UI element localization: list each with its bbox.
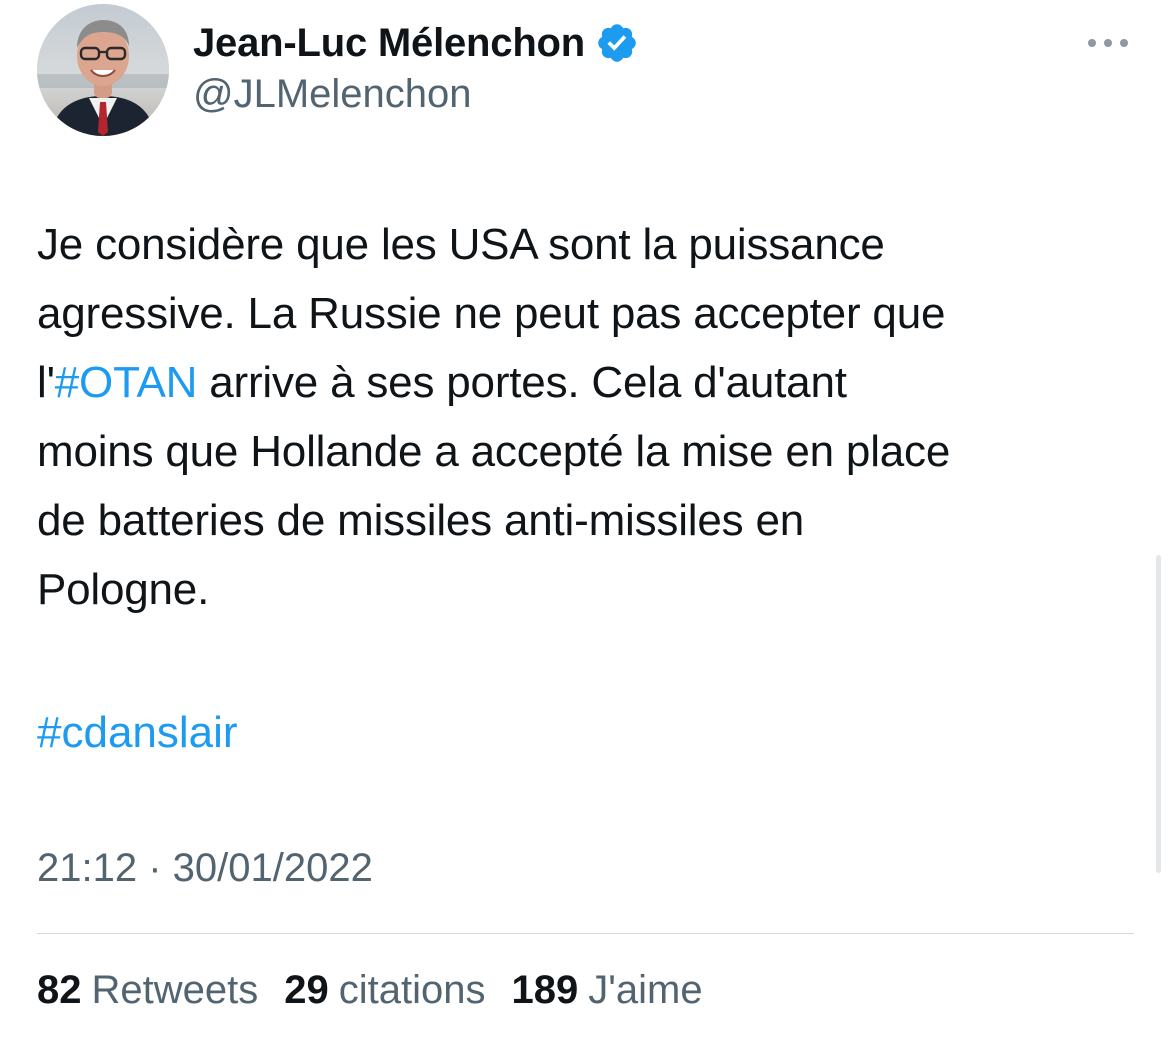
quotes-count: 29: [284, 968, 329, 1012]
retweets-label: Retweets: [91, 968, 259, 1012]
engagement-stats: 82 Retweets 29 citations 189 J'aime: [37, 968, 729, 1013]
likes-count: 189: [511, 968, 579, 1012]
avatar-image: [37, 4, 169, 136]
tweet-text-line: Pologne.: [37, 555, 1137, 624]
hashtag-link[interactable]: #cdanslair: [37, 708, 238, 757]
retweets-stat[interactable]: 82 Retweets: [37, 968, 258, 1013]
likes-label: J'aime: [588, 968, 703, 1012]
tweet-text-line: agressive. La Russie ne peut pas accepte…: [37, 279, 1137, 348]
scrollbar[interactable]: [1156, 555, 1161, 873]
tweet-text-line: de batteries de missiles anti-missiles e…: [37, 486, 1137, 555]
tweet-text-segment: agressive. La Russie ne peut pas accepte…: [37, 289, 946, 338]
verified-badge-icon: [595, 21, 639, 65]
hashtag-link-cdanslair[interactable]: #cdanslair: [37, 698, 238, 767]
tweet-timestamp[interactable]: 21:12 · 30/01/2022: [37, 846, 373, 891]
divider: [37, 933, 1134, 934]
tweet-text-line: moins que Hollande a accepté la mise en …: [37, 417, 1137, 486]
tweet-text-segment: l': [37, 358, 55, 407]
tweet-text-segment: Pologne.: [37, 565, 210, 614]
author-display-name[interactable]: Jean-Luc Mélenchon: [193, 21, 585, 66]
tweet-text-line: l'#OTAN arrive à ses portes. Cela d'auta…: [37, 348, 1137, 417]
tweet-text-segment: moins que Hollande a accepté la mise en …: [37, 427, 951, 476]
more-options-icon[interactable]: [1082, 26, 1134, 60]
author-name-row[interactable]: Jean-Luc Mélenchon: [193, 18, 639, 68]
hashtag-link[interactable]: #OTAN: [55, 358, 198, 407]
tweet-text: Je considère que les USA sont la puissan…: [37, 210, 1137, 624]
likes-stat[interactable]: 189 J'aime: [512, 968, 703, 1013]
quotes-label: citations: [338, 968, 486, 1012]
quotes-stat[interactable]: 29 citations: [284, 968, 485, 1013]
tweet-text-segment: Je considère que les USA sont la puissan…: [37, 220, 885, 269]
tweet-text-segment: de batteries de missiles anti-missiles e…: [37, 496, 804, 545]
tweet-text-line: Je considère que les USA sont la puissan…: [37, 210, 1137, 279]
tweet-text-segment: arrive à ses portes. Cela d'autant: [197, 358, 847, 407]
tweet-card: Jean-Luc Mélenchon @JLMelenchon Je consi…: [0, 0, 1170, 1041]
avatar[interactable]: [37, 4, 169, 136]
author-handle[interactable]: @JLMelenchon: [193, 72, 472, 117]
retweets-count: 82: [37, 968, 82, 1012]
